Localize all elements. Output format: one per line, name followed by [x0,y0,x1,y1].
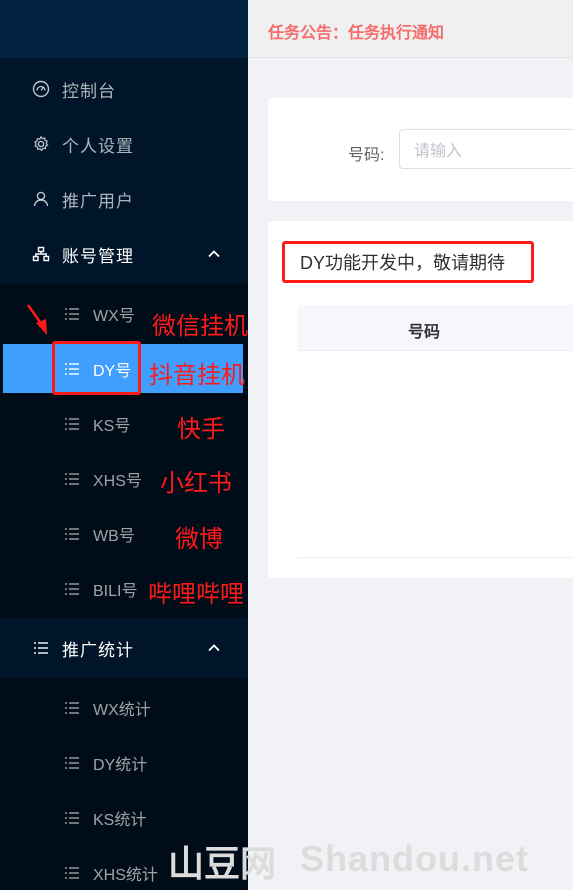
annotation-label: 微信挂机 [152,313,248,340]
menu-item-account-management[interactable]: 账号管理 [0,229,248,279]
search-card: 号码: 请输入 [268,98,573,201]
chevron-up-icon [206,640,222,656]
watermark-cn: 山豆网 [168,843,277,884]
sitemap-icon [32,245,50,263]
sub-item-label: BILI号 [93,583,138,600]
sub-item-label: KS号 [93,418,131,435]
list-icon [64,755,80,771]
number-label: 号码: [348,147,385,164]
list-icon [64,810,80,826]
annotation-arrow-icon [26,304,47,335]
list-icon [64,471,80,487]
list-icon [64,581,80,597]
user-icon [32,190,50,208]
sub-item-dy-stats[interactable]: DY统计 [0,738,248,788]
task-notice[interactable]: 任务公告：任务执行通知 [268,19,444,43]
chevron-up-icon [206,246,222,262]
sub-item-label: WB号 [93,528,135,545]
menu-label: 账号管理 [62,246,134,266]
main-content: 号码: 请输入 DY功能开发中，敬请期待 号码 [248,58,573,890]
sub-item-label: DY统计 [93,757,148,774]
sidebar: 控制台 个人设置 推广用户 账号管理 WX号 DY号 KS号 XHS号 WB号 … [0,0,248,890]
menu-label: 推广统计 [62,640,134,660]
dashboard-icon [32,80,50,98]
sub-item-label: KS统计 [93,812,147,829]
annotation-label: 抖音挂机 [149,362,245,389]
menu-item-promote-users[interactable]: 推广用户 [0,174,248,224]
table-card: DY功能开发中，敬请期待 号码 [268,221,573,578]
list-icon [64,416,80,432]
watermark-en: Shandou.net [300,838,529,879]
annotation-label: 小红书 [160,470,232,497]
annotation-label: 微博 [175,526,223,553]
list-icon [32,639,50,657]
menu-label: 推广用户 [62,191,134,211]
annotation-label: 快手 [177,416,225,443]
menu-label: 个人设置 [62,136,134,156]
sub-item-label: WX号 [93,308,135,325]
sidebar-logo-area [0,0,248,58]
list-icon [64,700,80,716]
sub-item-label: XHS号 [93,473,142,490]
sub-item-wx-stats[interactable]: WX统计 [0,683,248,733]
menu-label: 控制台 [62,81,116,101]
list-icon [64,865,80,881]
number-input[interactable]: 请输入 [399,129,573,169]
annotation-highlight-box [52,341,141,395]
menu-item-settings[interactable]: 个人设置 [0,119,248,169]
list-icon [64,526,80,542]
dev-notice: DY功能开发中，敬请期待 [282,241,534,283]
top-header: 任务公告：任务执行通知 [248,0,573,58]
table-divider [298,557,573,558]
annotation-label: 哔哩哔哩 [148,581,244,608]
list-icon [64,306,80,322]
menu-item-dashboard[interactable]: 控制台 [0,64,248,114]
sub-item-label: XHS统计 [93,867,158,884]
column-header-number[interactable]: 号码 [408,318,440,342]
table-header: 号码 [298,305,573,351]
gear-icon [32,135,50,153]
sub-item-label: WX统计 [93,702,151,719]
menu-item-promote-stats[interactable]: 推广统计 [0,623,248,673]
